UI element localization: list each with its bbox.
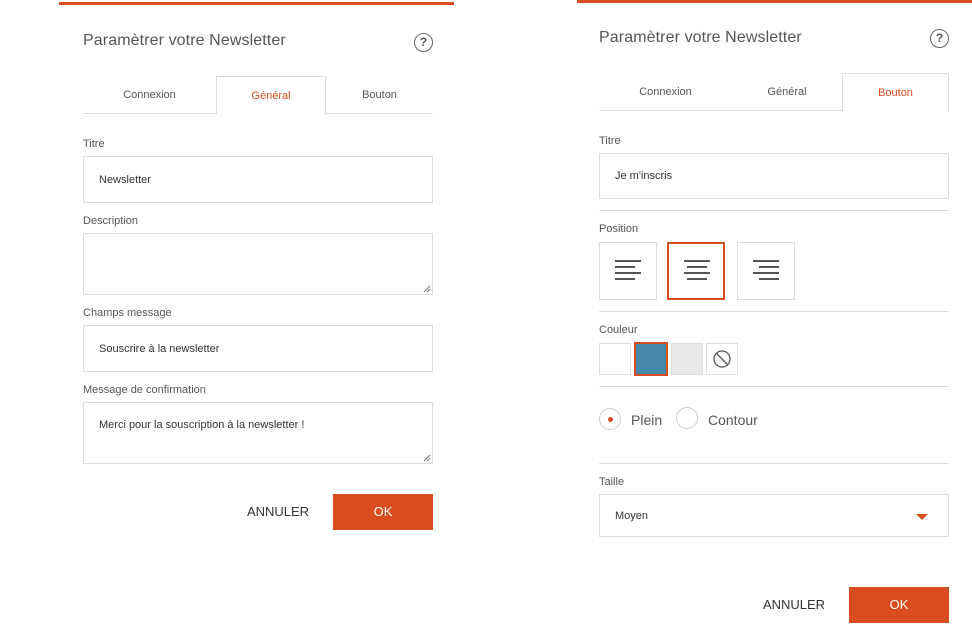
ok-button[interactable]: OK bbox=[333, 494, 433, 530]
divider bbox=[599, 463, 949, 464]
newsletter-settings-dialog-bouton: Paramètrer votre Newsletter ? Connexion … bbox=[577, 0, 972, 640]
align-left-button[interactable] bbox=[599, 242, 657, 300]
tab-general[interactable]: Général bbox=[732, 73, 842, 111]
align-right-button[interactable] bbox=[737, 242, 795, 300]
dialog-title: Paramètrer votre Newsletter bbox=[599, 29, 802, 46]
tab-general[interactable]: Général bbox=[216, 76, 326, 115]
confirmation-textarea[interactable]: Merci pour la souscription à la newslett… bbox=[83, 402, 433, 464]
titre-input[interactable]: Newsletter bbox=[83, 156, 433, 203]
newsletter-settings-dialog-general: Paramètrer votre Newsletter ? Connexion … bbox=[59, 0, 454, 640]
radio-plein[interactable] bbox=[599, 408, 621, 430]
divider bbox=[599, 311, 949, 312]
tab-bar: Connexion Général Bouton bbox=[83, 76, 433, 115]
taille-label: Taille bbox=[599, 476, 625, 488]
confirmation-label: Message de confirmation bbox=[83, 384, 206, 396]
divider bbox=[599, 386, 949, 387]
color-swatch-blue[interactable] bbox=[634, 342, 668, 376]
radio-plein-label: Plein bbox=[631, 412, 663, 428]
description-label: Description bbox=[83, 215, 139, 227]
champs-message-input[interactable]: Souscrire à la newsletter bbox=[83, 325, 433, 372]
tab-bouton[interactable]: Bouton bbox=[326, 76, 433, 114]
tab-connexion[interactable]: Connexion bbox=[599, 73, 732, 111]
titre-label: Titre bbox=[599, 135, 621, 147]
help-icon[interactable]: ? bbox=[930, 29, 949, 48]
couleur-label: Couleur bbox=[599, 324, 638, 336]
titre-label: Titre bbox=[83, 138, 105, 150]
radio-contour[interactable] bbox=[676, 407, 698, 429]
dialog-title: Paramètrer votre Newsletter bbox=[83, 32, 286, 49]
color-swatch-white[interactable] bbox=[599, 343, 631, 375]
accent-bar bbox=[59, 2, 454, 5]
no-color-icon bbox=[713, 350, 731, 368]
radio-dot bbox=[608, 417, 613, 422]
position-label: Position bbox=[599, 223, 639, 235]
align-center-button[interactable] bbox=[667, 242, 725, 300]
taille-select[interactable]: Moyen bbox=[599, 494, 949, 537]
divider bbox=[599, 210, 949, 211]
ok-button[interactable]: OK bbox=[849, 587, 949, 623]
champs-message-label: Champs message bbox=[83, 307, 172, 319]
titre-input[interactable]: Je m'inscris bbox=[599, 153, 949, 199]
tab-bar: Connexion Général Bouton bbox=[599, 73, 949, 112]
tab-bouton[interactable]: Bouton bbox=[842, 73, 949, 112]
color-swatch-grey[interactable] bbox=[671, 343, 703, 375]
resize-grip-icon[interactable] bbox=[423, 454, 431, 462]
help-icon[interactable]: ? bbox=[414, 33, 433, 52]
no-color-button[interactable] bbox=[706, 343, 738, 375]
radio-contour-label: Contour bbox=[708, 412, 758, 428]
description-textarea[interactable] bbox=[83, 233, 433, 295]
taille-select-value: Moyen bbox=[615, 509, 649, 522]
resize-grip-icon[interactable] bbox=[423, 285, 431, 293]
cancel-button[interactable]: ANNULER bbox=[755, 597, 833, 612]
accent-bar bbox=[577, 0, 972, 3]
cancel-button[interactable]: ANNULER bbox=[239, 504, 317, 519]
chevron-down-icon bbox=[916, 514, 928, 520]
tab-connexion[interactable]: Connexion bbox=[83, 76, 216, 114]
